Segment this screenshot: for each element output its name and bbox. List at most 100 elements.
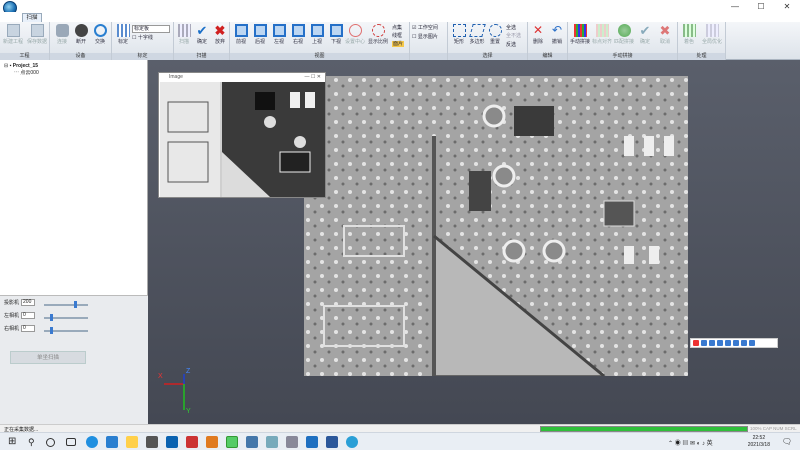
3d-viewport[interactable]: Image — ☐ ✕ X Z Y	[148, 60, 800, 424]
group-view: 前视 后视 左视 右视 上视 下视 设置中心 显示比例 点集 线框 面片 视图	[230, 22, 410, 60]
group-label-blank	[410, 53, 447, 60]
app-icon-red[interactable]	[186, 436, 198, 448]
stitch-confirm-button[interactable]: ✔ 确定	[636, 24, 654, 45]
stitch-icon	[573, 24, 587, 37]
manual-stitch-button[interactable]: 手动拼接	[568, 24, 592, 45]
view-right-button[interactable]: 右视	[289, 24, 307, 45]
wireframe-mode[interactable]: 线框	[392, 33, 402, 39]
mesh-mode[interactable]: 面片	[392, 41, 405, 47]
tray-icons[interactable]: ⌃ ◉ ▤ ✉ ◐ ♪ 英	[668, 438, 713, 447]
rect-select-button[interactable]: 矩形	[450, 24, 468, 45]
image-window-controls[interactable]: — ☐ ✕	[305, 73, 321, 82]
crosshair-checkbox[interactable]: ☐ 十字线	[132, 35, 153, 41]
folder-icon[interactable]	[126, 436, 138, 448]
app-icon-blue[interactable]	[246, 436, 258, 448]
view-top-button[interactable]: 上视	[308, 24, 326, 45]
tree-item-project[interactable]: ⊟ ▪ Project_15	[4, 63, 39, 70]
tree-item-pointcloud[interactable]: ⋯ 点云000	[4, 70, 39, 77]
group-label: 视图	[230, 53, 409, 60]
outlook-icon[interactable]	[166, 436, 178, 448]
calib-board-select[interactable]: 标定板	[132, 25, 170, 33]
group-manual-stitch: 手动拼接 标点对齐 匹配拼接 ✔ 确定 ✖ 取消 手动拼接	[568, 22, 678, 60]
polygon-select-button[interactable]: 多边形	[467, 24, 487, 45]
select-none[interactable]: 全不选	[506, 33, 521, 39]
save-data-button[interactable]: 保存数据	[26, 24, 48, 45]
reset-icon	[488, 24, 502, 37]
pcb-relief-graphic	[304, 76, 688, 376]
app-icon-window[interactable]	[286, 436, 298, 448]
group-label: 标定	[112, 53, 173, 60]
swap-button[interactable]: 交换	[91, 24, 109, 45]
view-left-button[interactable]: 左视	[270, 24, 288, 45]
stitch-cancel-button[interactable]: ✖ 取消	[656, 24, 674, 45]
colorize-button[interactable]: 着色	[680, 24, 698, 45]
reset-select-button[interactable]: 重置	[486, 24, 504, 45]
set-center-button[interactable]: 设置中心	[343, 24, 367, 45]
calibrate-button[interactable]: 标定	[114, 24, 132, 45]
invert-select[interactable]: 反选	[506, 42, 516, 48]
point-align-button[interactable]: 标点对齐	[591, 24, 613, 45]
app-icon[interactable]	[106, 436, 118, 448]
discard-button[interactable]: ✖ 放弃	[211, 24, 229, 45]
start-scan-button[interactable]: 单坐扫描	[10, 351, 86, 364]
view-front-button[interactable]: 前视	[232, 24, 250, 45]
projector-input[interactable]: 200	[21, 299, 36, 306]
start-icon[interactable]: ⊞	[8, 436, 20, 448]
slider-thumb[interactable]	[74, 301, 77, 308]
task-view-icon[interactable]	[66, 438, 76, 446]
matlab-icon[interactable]	[206, 436, 218, 448]
points-mode[interactable]: 点集	[392, 25, 402, 31]
match-stitch-button[interactable]: 匹配拼接	[613, 24, 635, 45]
group-device: 连接 断开 交换 设备	[50, 22, 112, 60]
store-icon[interactable]	[146, 436, 158, 448]
show-image-checkbox[interactable]: ☐ 显示图片	[412, 34, 438, 40]
projector-slider[interactable]	[44, 301, 88, 308]
cube-front-icon	[234, 24, 248, 37]
cortana-icon[interactable]	[46, 438, 55, 447]
connect-icon	[55, 24, 69, 37]
delete-button[interactable]: ✕ 删除	[529, 24, 547, 46]
tab-scan[interactable]: 扫描	[22, 13, 42, 22]
workspace-checkbox[interactable]: ☑ 工作空间	[412, 25, 438, 31]
new-project-button[interactable]: 新建工程	[2, 24, 24, 45]
ime-punct-icon	[709, 340, 715, 346]
ime-toolbar[interactable]	[690, 338, 778, 348]
undo-button[interactable]: ↶ 撤销	[548, 24, 566, 46]
global-optimize-button[interactable]: 全局优化	[700, 24, 724, 45]
connect-button[interactable]: 连接	[53, 24, 71, 45]
status-indicators: 100% CAP NUM SCRL	[750, 426, 797, 431]
image-preview-window[interactable]: Image — ☐ ✕	[158, 72, 326, 198]
group-scan: 扫描 ✔ 确定 ✖ 放弃 扫描	[174, 22, 230, 60]
edge-icon[interactable]	[86, 436, 98, 448]
right-camera-slider[interactable]	[44, 327, 88, 334]
windows-taskbar: ⊞ ⚲ ⌃ ◉ ▤ ✉ ◐ ♪ 英 22:52 2021/3/18 🗨	[0, 432, 800, 450]
scan-button[interactable]: 扫描	[175, 24, 193, 45]
scanner-control-panel: 投影机 200 左相机 0 右相机 0 单坐扫描	[0, 295, 148, 424]
axis-z-label: Z	[186, 368, 191, 375]
maximize-button[interactable]: ☐	[748, 0, 774, 12]
left-camera-slider[interactable]	[44, 314, 88, 321]
notification-icon[interactable]: 🗨	[782, 437, 792, 446]
app-icon-gray[interactable]	[266, 436, 278, 448]
right-camera-input[interactable]: 0	[21, 325, 36, 332]
display-scale-button[interactable]: 显示比例	[366, 24, 390, 45]
app-icon-bluebox[interactable]	[306, 436, 318, 448]
confirm-button[interactable]: ✔ 确定	[193, 24, 211, 45]
select-all[interactable]: 全选	[506, 25, 516, 31]
x-icon: ✖	[659, 23, 671, 38]
image-window-titlebar: Image — ☐ ✕	[159, 73, 325, 82]
disconnect-button[interactable]: 断开	[72, 24, 90, 45]
browser-icon[interactable]	[346, 436, 358, 448]
search-icon[interactable]: ⚲	[28, 436, 40, 448]
slider-thumb[interactable]	[50, 327, 53, 334]
slider-thumb[interactable]	[50, 314, 53, 321]
clock[interactable]: 22:52 2021/3/18	[748, 435, 770, 449]
new-project-icon	[6, 24, 20, 37]
ime-emoji-icon	[717, 340, 723, 346]
left-camera-input[interactable]: 0	[21, 312, 36, 319]
scanner-app-icon[interactable]	[226, 436, 238, 448]
word-icon[interactable]	[326, 436, 338, 448]
view-back-button[interactable]: 后视	[251, 24, 269, 45]
minimize-button[interactable]: —	[722, 0, 748, 12]
close-button[interactable]: ✕	[774, 0, 800, 12]
